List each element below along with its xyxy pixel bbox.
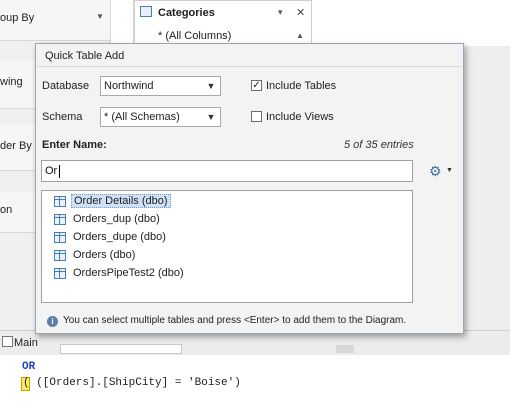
sql-condition: ( ([Orders].[ShipCity] = 'Boise') (23, 377, 241, 389)
database-value: Northwind (104, 80, 154, 92)
tab-icon (2, 336, 13, 347)
schema-label: Schema (42, 111, 83, 123)
table-icon (54, 268, 66, 279)
enter-name-label: Enter Name: (42, 139, 107, 151)
table-icon (54, 232, 66, 243)
list-item-label: OrdersPipeTest2 (dbo) (73, 267, 184, 279)
list-item-label: Orders_dupe (dbo) (73, 231, 166, 243)
categories-title: Categories (158, 7, 215, 19)
chevron-down-icon[interactable]: ▼ (96, 12, 104, 21)
quick-table-add-dialog[interactable]: Quick Table Add Database Northwind ▼ Sch… (35, 43, 464, 334)
scrollbar[interactable] (60, 344, 182, 354)
page-edge (0, 396, 524, 413)
include-views-checkbox[interactable] (251, 111, 262, 122)
include-views-label: Include Views (266, 111, 334, 123)
table-icon (54, 214, 66, 225)
database-label: Database (42, 80, 90, 92)
close-icon[interactable]: ✕ (296, 6, 305, 19)
hint-text: You can select multiple tables and press… (63, 315, 407, 326)
database-select[interactable]: Northwind ▼ (100, 76, 221, 96)
table-name-value: Or (45, 165, 58, 177)
chevron-down-icon[interactable]: ▼ (205, 111, 217, 123)
table-results-list[interactable]: Order Details (dbo) Orders_dup (dbo) Ord… (41, 190, 413, 303)
group-by-section[interactable]: oup By ▼ (0, 0, 110, 41)
union-label: on (0, 204, 13, 216)
group-by-label: oup By (0, 12, 35, 24)
all-columns-row[interactable]: * (All Columns) (158, 30, 231, 42)
sql-keyword-or: OR (22, 361, 36, 373)
table-name-input[interactable]: Or (41, 160, 413, 182)
info-icon: i (47, 316, 58, 327)
table-icon (54, 250, 66, 261)
scroll-up-icon[interactable]: ▲ (296, 31, 304, 40)
table-icon (140, 6, 152, 17)
dialog-title: Quick Table Add (45, 50, 125, 62)
chevron-down-icon[interactable]: ▼ (446, 167, 453, 174)
order-by-label: der By (0, 140, 32, 152)
table-icon (54, 196, 66, 207)
schema-select[interactable]: * (All Schemas) ▼ (100, 107, 221, 127)
having-label: wing (0, 76, 23, 88)
resize-grip[interactable] (336, 345, 354, 353)
include-tables-label: Include Tables (266, 80, 337, 92)
list-item-label: Orders_dup (dbo) (73, 213, 160, 225)
entries-count: 5 of 35 entries (344, 139, 414, 151)
include-tables-checkbox[interactable]: ✓ (251, 80, 262, 91)
tab-main[interactable]: Main (14, 337, 38, 349)
text-caret (59, 165, 60, 178)
title-divider (37, 66, 462, 67)
list-item-label: Order Details (dbo) (71, 194, 171, 208)
panel-menu-icon[interactable]: ▾ (278, 7, 283, 18)
list-item-label: Orders (dbo) (73, 249, 136, 261)
schema-value: * (All Schemas) (104, 111, 180, 123)
gear-icon[interactable]: ⚙ (429, 163, 442, 180)
chevron-down-icon[interactable]: ▼ (205, 80, 217, 92)
